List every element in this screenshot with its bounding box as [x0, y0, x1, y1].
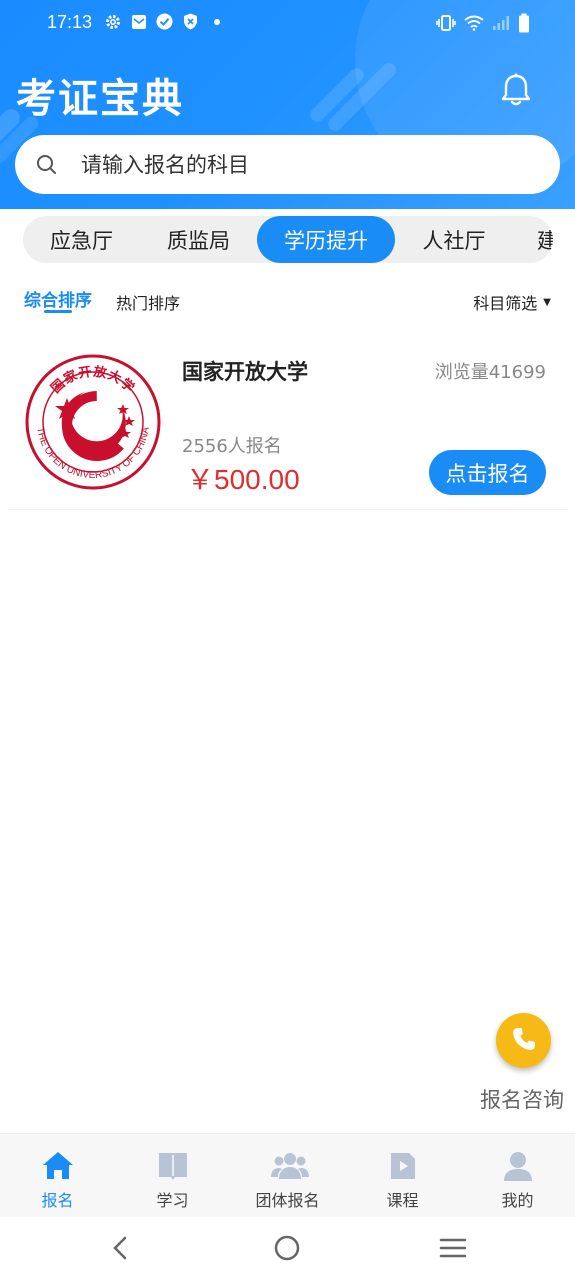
user-icon [501, 1150, 535, 1182]
bottom-nav: 报名 学习 团体报名 课程 我的 [0, 1133, 575, 1217]
category-tabs: 应急厅 质监局 学历提升 人社厅 建 [23, 216, 553, 263]
book-icon [156, 1150, 190, 1182]
status-bar: 17:13 [0, 0, 575, 48]
battery-icon [518, 13, 530, 37]
system-navigation-bar [0, 1217, 575, 1280]
notification-bell-icon[interactable] [499, 72, 533, 108]
university-logo: 国家开放大学 THE OPEN UNIVERSITY OF CHINA [25, 354, 161, 490]
nav-item-signup[interactable]: 报名 [0, 1134, 115, 1218]
course-name: 国家开放大学 [182, 360, 308, 384]
menu-icon[interactable] [438, 1233, 468, 1263]
sort-comprehensive[interactable]: 综合排序 [24, 286, 92, 311]
group-icon [270, 1150, 309, 1182]
home-icon [41, 1150, 75, 1182]
vibrate-icon [436, 14, 456, 36]
caret-down-icon: ▼ [543, 296, 551, 308]
message-icon [130, 13, 147, 30]
tab-construction[interactable]: 建 [513, 216, 553, 263]
shield-icon [182, 13, 199, 30]
settings-gear-icon [104, 13, 121, 30]
signal-icon [492, 15, 510, 35]
notification-icons [104, 13, 225, 30]
nav-label: 报名 [41, 1191, 74, 1210]
course-price: ￥500.00 [186, 464, 300, 495]
signup-button[interactable]: 点击报名 [429, 450, 546, 495]
tab-hr-social-dept[interactable]: 人社厅 [395, 216, 513, 263]
search-bar[interactable] [15, 135, 560, 194]
app-title: 考证宝典 [16, 76, 184, 122]
dot-icon [208, 13, 225, 30]
search-icon [35, 153, 59, 177]
nav-label: 学习 [156, 1191, 189, 1210]
nav-item-courses[interactable]: 课程 [345, 1134, 460, 1218]
tab-quality-bureau[interactable]: 质监局 [140, 216, 257, 263]
nav-item-profile[interactable]: 我的 [460, 1134, 575, 1218]
tab-education-upgrade[interactable]: 学历提升 [257, 216, 395, 263]
system-status-icons [436, 13, 530, 37]
tab-emergency-dept[interactable]: 应急厅 [23, 216, 140, 263]
subject-filter[interactable]: 科目筛选 ▼ [473, 290, 551, 314]
active-sort-indicator [44, 310, 72, 313]
nav-label: 课程 [386, 1191, 419, 1210]
phone-icon [510, 1025, 538, 1057]
consult-label[interactable]: 报名咨询 [480, 1084, 564, 1114]
subject-filter-label: 科目筛选 [473, 294, 538, 313]
enrolled-count: 2556人报名 [182, 436, 282, 457]
sort-hot[interactable]: 热门排序 [116, 290, 180, 314]
nav-item-study[interactable]: 学习 [115, 1134, 230, 1218]
check-circle-icon [156, 13, 173, 30]
nav-label: 我的 [501, 1191, 534, 1210]
nav-item-group-signup[interactable]: 团体报名 [230, 1134, 345, 1218]
wifi-icon [464, 15, 484, 35]
back-icon[interactable] [106, 1233, 136, 1263]
video-icon [386, 1150, 420, 1182]
sort-bar: 综合排序 热门排序 科目筛选 ▼ [0, 282, 575, 318]
app-header: 17:13 考证宝典 请输入报名的科目 [0, 0, 575, 209]
nav-label: 团体报名 [255, 1191, 320, 1210]
search-input[interactable] [81, 152, 521, 177]
consult-button[interactable] [496, 1013, 551, 1068]
status-time: 17:13 [47, 12, 93, 32]
course-card[interactable]: 国家开放大学 THE OPEN UNIVERSITY OF CHINA 国家开放… [8, 340, 567, 510]
home-circle-icon[interactable] [272, 1233, 302, 1263]
view-count: 浏览量41699 [434, 362, 546, 383]
